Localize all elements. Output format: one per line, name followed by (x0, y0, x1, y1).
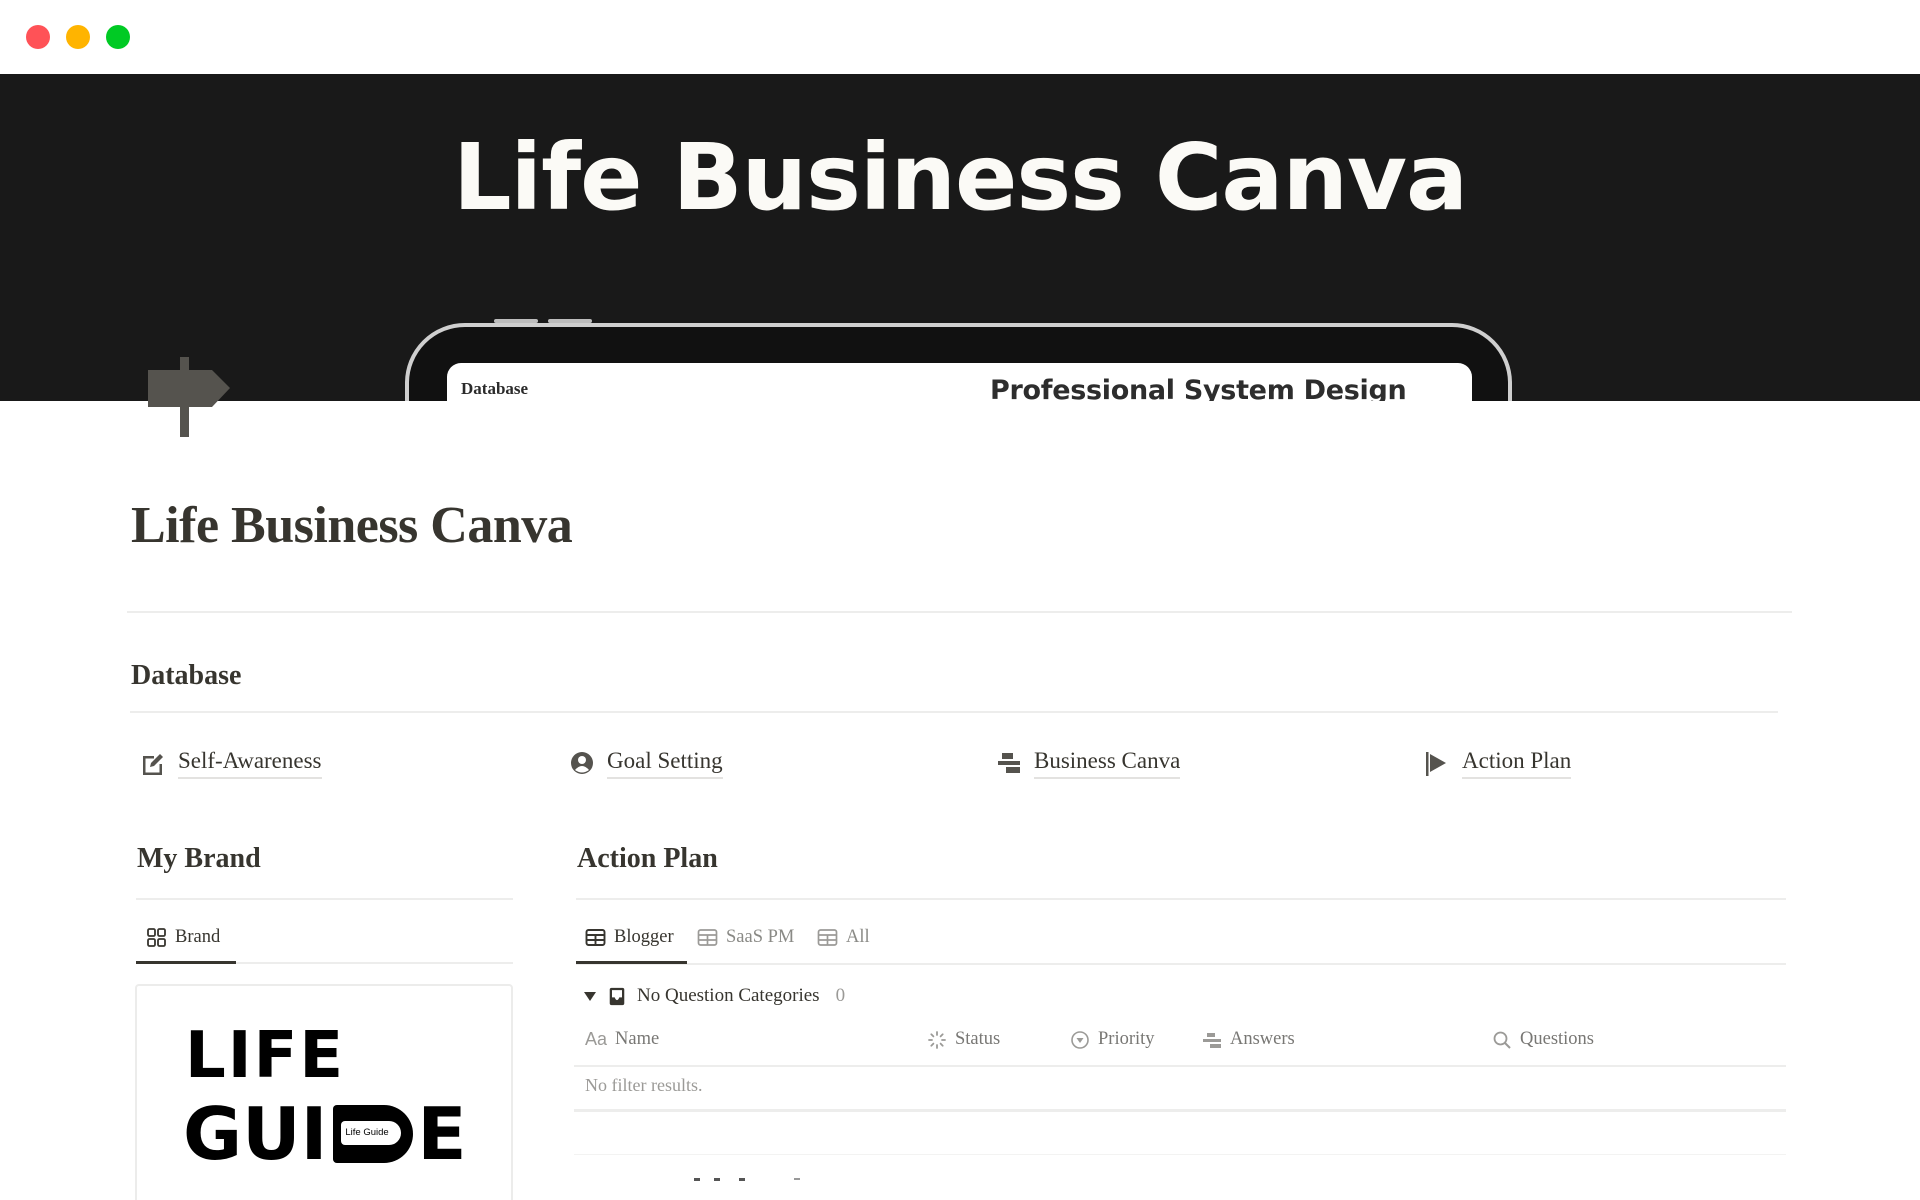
brand-logo-gui: GUI (183, 1092, 328, 1176)
table-icon (697, 928, 718, 946)
brand-logo-line1: LIFE (185, 1019, 346, 1093)
database-heading: Database (131, 660, 242, 691)
tab-all[interactable]: All (817, 922, 870, 952)
select-circle-icon (1071, 1030, 1089, 1049)
table-bottom-divider (574, 1109, 1786, 1112)
search-icon (1493, 1031, 1511, 1049)
gallery-icon (147, 927, 166, 947)
screen-heading: Professional System Design (990, 375, 1407, 401)
user-circle-icon (571, 752, 593, 774)
cover-title: Life Business Canva (452, 124, 1468, 231)
device-screen: Database Professional System Design (447, 363, 1472, 401)
column-label: Questions (1520, 1029, 1594, 1049)
column-label: Answers (1230, 1029, 1295, 1049)
link-label: Goal Setting (607, 747, 723, 779)
stacked-blocks-icon (998, 753, 1020, 773)
flag-icon (1426, 752, 1446, 776)
faint-divider (574, 1154, 1786, 1155)
signpost-icon[interactable] (144, 355, 232, 439)
page-title[interactable]: Life Business Canva (131, 496, 573, 555)
inbox-icon (609, 987, 625, 1006)
column-header-answers[interactable]: Answers (1202, 1029, 1295, 1050)
link-label: Business Canva (1034, 747, 1181, 779)
empty-state-message: No filter results. (585, 1075, 703, 1095)
link-label: Action Plan (1462, 747, 1572, 779)
title-divider (127, 611, 1792, 613)
my-brand-heading: My Brand (137, 843, 261, 874)
link-label: Self-Awareness (178, 747, 322, 779)
window-titlebar (0, 0, 1920, 74)
close-window-button[interactable] (26, 25, 50, 49)
partial-content (739, 1178, 745, 1181)
brand-logo-d-shape: Life Guide (333, 1105, 414, 1163)
column-label: Name (615, 1029, 660, 1049)
active-tab-indicator (576, 961, 687, 964)
column-header-priority[interactable]: Priority (1070, 1029, 1155, 1050)
partial-content (794, 1178, 800, 1180)
text-aa-icon: Aa (585, 1029, 608, 1049)
triangle-down-icon[interactable] (583, 989, 597, 1003)
link-action-plan[interactable]: Action Plan (1424, 747, 1572, 779)
tab-label: Brand (175, 926, 221, 947)
my-brand-divider (136, 898, 513, 900)
group-count: 0 (835, 985, 846, 1006)
link-business-canva[interactable]: Business Canva (996, 747, 1181, 779)
tab-brand[interactable]: Brand (146, 922, 220, 952)
relation-blocks-icon (1203, 1032, 1221, 1048)
brand-gallery-card[interactable]: LIFE GUI Life Guide E (135, 984, 513, 1200)
column-label: Priority (1098, 1029, 1155, 1049)
minimize-window-button[interactable] (66, 25, 90, 49)
active-tab-indicator (136, 961, 236, 964)
partial-content (714, 1178, 720, 1181)
action-plan-tabs-divider (576, 963, 1786, 965)
table-icon (817, 928, 838, 946)
brand-logo-inner-text: Life Guide (341, 1121, 402, 1145)
column-header-questions[interactable]: Questions (1492, 1029, 1594, 1050)
table-icon (585, 928, 606, 946)
page-cover: Life Business Canva Database Professiona… (0, 74, 1920, 401)
link-self-awareness[interactable]: Self-Awareness (140, 747, 322, 779)
table-header-divider (574, 1065, 1786, 1067)
partial-content (694, 1178, 700, 1181)
action-plan-heading: Action Plan (577, 843, 718, 874)
column-header-status[interactable]: Status (927, 1029, 1000, 1050)
zoom-window-button[interactable] (106, 25, 130, 49)
column-label: Status (955, 1029, 1001, 1049)
group-header[interactable]: No Question Categories 0 (583, 985, 845, 1007)
edit-square-icon (143, 754, 163, 775)
tab-label: Blogger (614, 926, 674, 947)
status-spinner-icon (928, 1030, 946, 1049)
tab-blogger[interactable]: Blogger (585, 922, 674, 952)
database-divider (130, 711, 1778, 713)
action-plan-divider (576, 898, 1786, 900)
tab-label: All (846, 926, 870, 947)
brand-logo-e: E (417, 1092, 467, 1176)
tab-saas-pm[interactable]: SaaS PM (697, 922, 794, 952)
column-header-name[interactable]: Aa Name (585, 1029, 659, 1050)
tab-label: SaaS PM (726, 926, 795, 947)
screen-database-label: Database (461, 379, 529, 398)
brand-logo-line2: GUI Life Guide E (183, 1098, 467, 1170)
link-goal-setting[interactable]: Goal Setting (569, 747, 723, 779)
group-label: No Question Categories (637, 985, 820, 1006)
